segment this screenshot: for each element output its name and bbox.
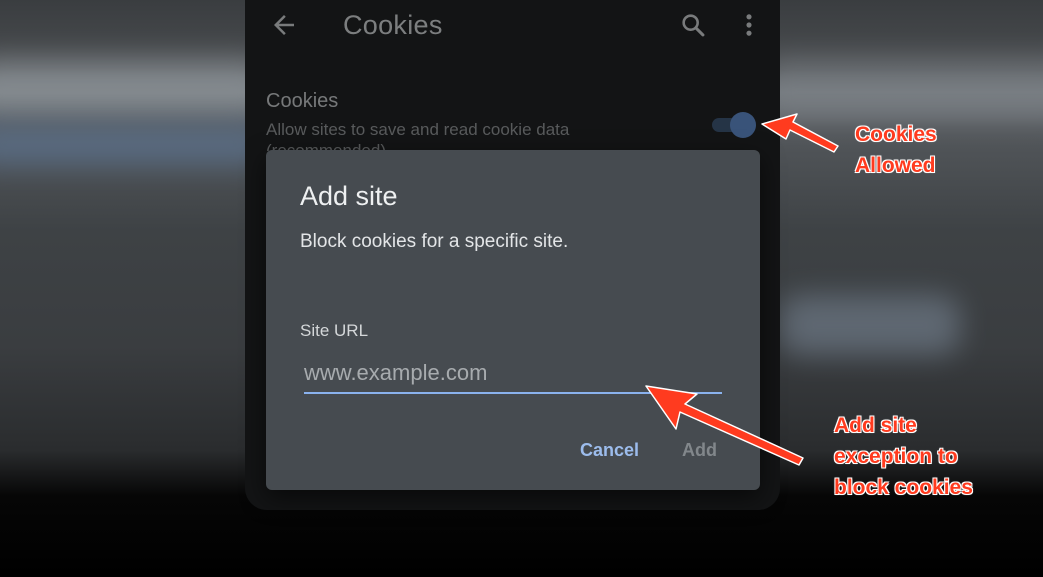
- background-blur: [0, 125, 270, 165]
- annotation-cookies-allowed: Cookies Allowed: [855, 123, 937, 177]
- add-site-dialog: Add site Block cookies for a specific si…: [266, 150, 760, 490]
- site-url-label: Site URL: [300, 321, 369, 340]
- cancel-button[interactable]: Cancel: [574, 436, 645, 465]
- screenshot-stage: Cookies Cookies Allow sites to save and …: [0, 0, 1043, 577]
- background-blur: [760, 60, 1043, 120]
- dialog-message: Block cookies for a specific site.: [300, 231, 569, 252]
- background-blur: [0, 60, 270, 110]
- annotation-add-site-exception: Add site exception to block cookies: [834, 414, 973, 499]
- add-button[interactable]: Add: [676, 436, 723, 465]
- site-url-input[interactable]: [304, 358, 722, 394]
- background-blur: [780, 295, 960, 355]
- dialog-title: Add site: [300, 181, 398, 211]
